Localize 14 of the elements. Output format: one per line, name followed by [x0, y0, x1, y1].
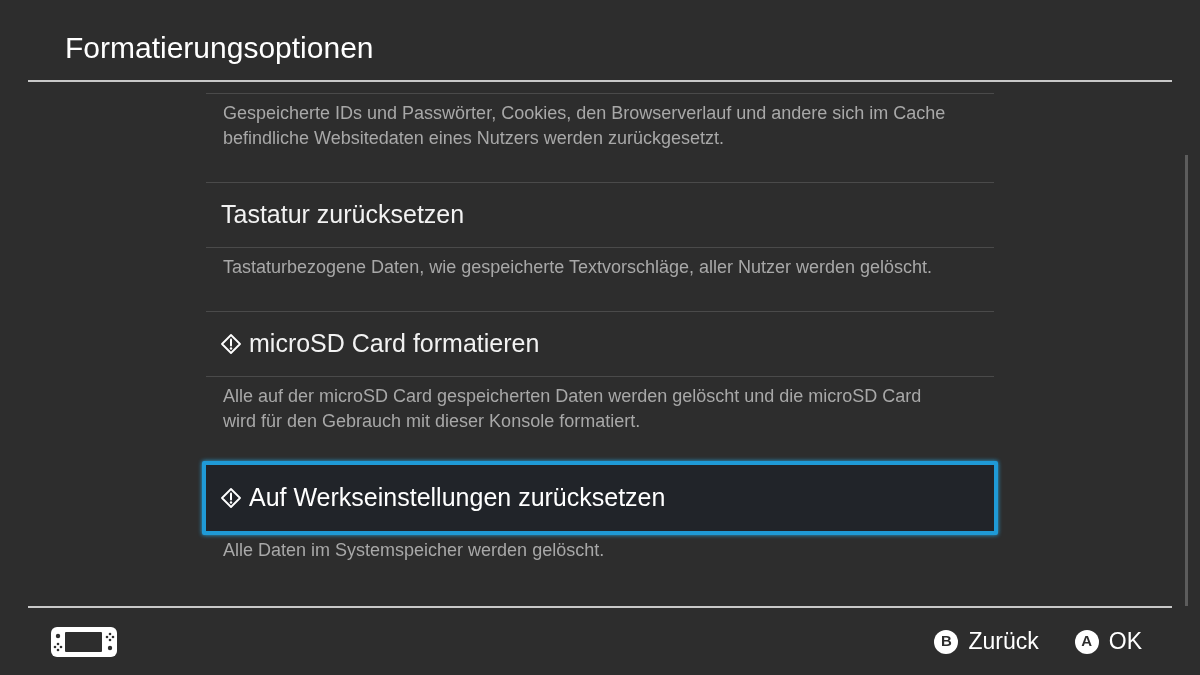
controller-key-glyph: B: [934, 629, 959, 654]
option-description: Alle auf der microSD Card gespeicherten Daten werden gelöscht und die microSD Card wird für den Gebrauch mit dieser Konsole formatiert.: [222, 385, 923, 433]
footer-action-button[interactable]: B Zurück: [934, 624, 1039, 659]
option-description: Alle Daten im Systemspeicher werden gelöscht.: [222, 539, 606, 562]
option-description: Gespeicherte IDs und Passwörter, Cookies, den Browserverlauf und andere sich im Cache befindliche Websitedaten eines Nutzers werden zurückgesetzt.: [206, 93, 994, 182]
menu-item[interactable]: Tastatur zurücksetzen: [206, 182, 994, 248]
controller-key-glyph: A: [1074, 629, 1099, 654]
window-title: Formatierungsoptionen: [65, 29, 374, 66]
scrollbar[interactable]: [1185, 155, 1188, 606]
handheld-console-icon: [51, 626, 117, 657]
option-description: Tastaturbezogene Daten, wie gespeicherte Textvorschläge, aller Nutzer werden gelöscht.: [222, 256, 934, 279]
menu-item[interactable]: Auf Werkseinstellungen zurücksetzen: [202, 461, 998, 535]
menu-item[interactable]: microSD Card formatieren: [206, 311, 994, 377]
footer-action-button[interactable]: A OK: [1074, 624, 1142, 659]
